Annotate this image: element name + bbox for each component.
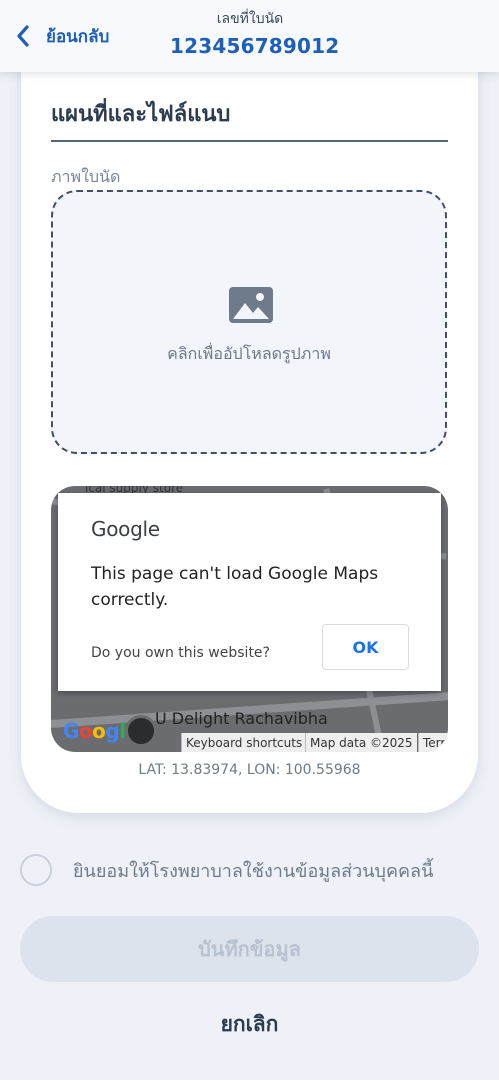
header-title: เลขที่ใบนัด 123456789012 bbox=[170, 8, 340, 58]
terms-link[interactable]: Terms bbox=[418, 733, 448, 752]
dialog-question: Do you own this website? bbox=[91, 645, 270, 661]
coordinates-readout: LAT: 13.83974, LON: 100.55968 bbox=[138, 762, 361, 778]
map-data-attribution: Map data ©2025 bbox=[305, 733, 417, 752]
image-icon bbox=[228, 286, 274, 324]
maps-error-dialog: Google This page can't load Google Maps … bbox=[58, 493, 441, 691]
consent-label: ยินยอมให้โรงพยาบาลใช้งานข้อมูลส่วนบุคคลน… bbox=[73, 860, 434, 882]
map-view[interactable]: ical supply store Google This page can't… bbox=[51, 486, 448, 752]
consent-checkbox[interactable]: ยินยอมให้โรงพยาบาลใช้งานข้อมูลส่วนบุคคลน… bbox=[20, 854, 433, 886]
dialog-message: This page can't load Google Maps correct… bbox=[91, 564, 379, 610]
image-upload-area[interactable]: คลิกเพื่ออัปโหลดรูปภาพ bbox=[51, 190, 447, 454]
image-field-label: ภาพใบนัด bbox=[51, 167, 121, 186]
top-header: ย้อนกลับ เลขที่ใบนัด 123456789012 bbox=[0, 0, 499, 72]
appointment-number-label: เลขที่ใบนัด bbox=[216, 11, 284, 27]
upload-instruction: คลิกเพื่ออัปโหลดรูปภาพ bbox=[167, 344, 331, 363]
keyboard-shortcuts-link[interactable]: Keyboard shortcuts bbox=[181, 733, 307, 752]
dialog-brand: Google bbox=[91, 517, 160, 541]
cancel-button[interactable]: ยกเลิก bbox=[0, 1008, 499, 1041]
appointment-number: 123456789012 bbox=[170, 34, 340, 58]
section-divider bbox=[51, 140, 448, 142]
back-label: ย้อนกลับ bbox=[46, 26, 110, 47]
ok-button[interactable]: OK bbox=[322, 624, 409, 670]
save-button[interactable]: บันทึกข้อมูล bbox=[20, 916, 479, 982]
back-button[interactable]: ย้อนกลับ bbox=[16, 20, 109, 52]
section-title: แผนที่และไฟล์แนบ bbox=[51, 102, 231, 127]
map-pin-icon bbox=[125, 715, 157, 747]
map-place-name: U Delight Rachavibha bbox=[155, 709, 328, 728]
attachments-card: แผนที่และไฟล์แนบ ภาพใบนัด คลิกเพื่ออัปโห… bbox=[21, 40, 478, 813]
consent-radio[interactable] bbox=[20, 854, 52, 886]
chevron-left-icon bbox=[16, 25, 38, 47]
